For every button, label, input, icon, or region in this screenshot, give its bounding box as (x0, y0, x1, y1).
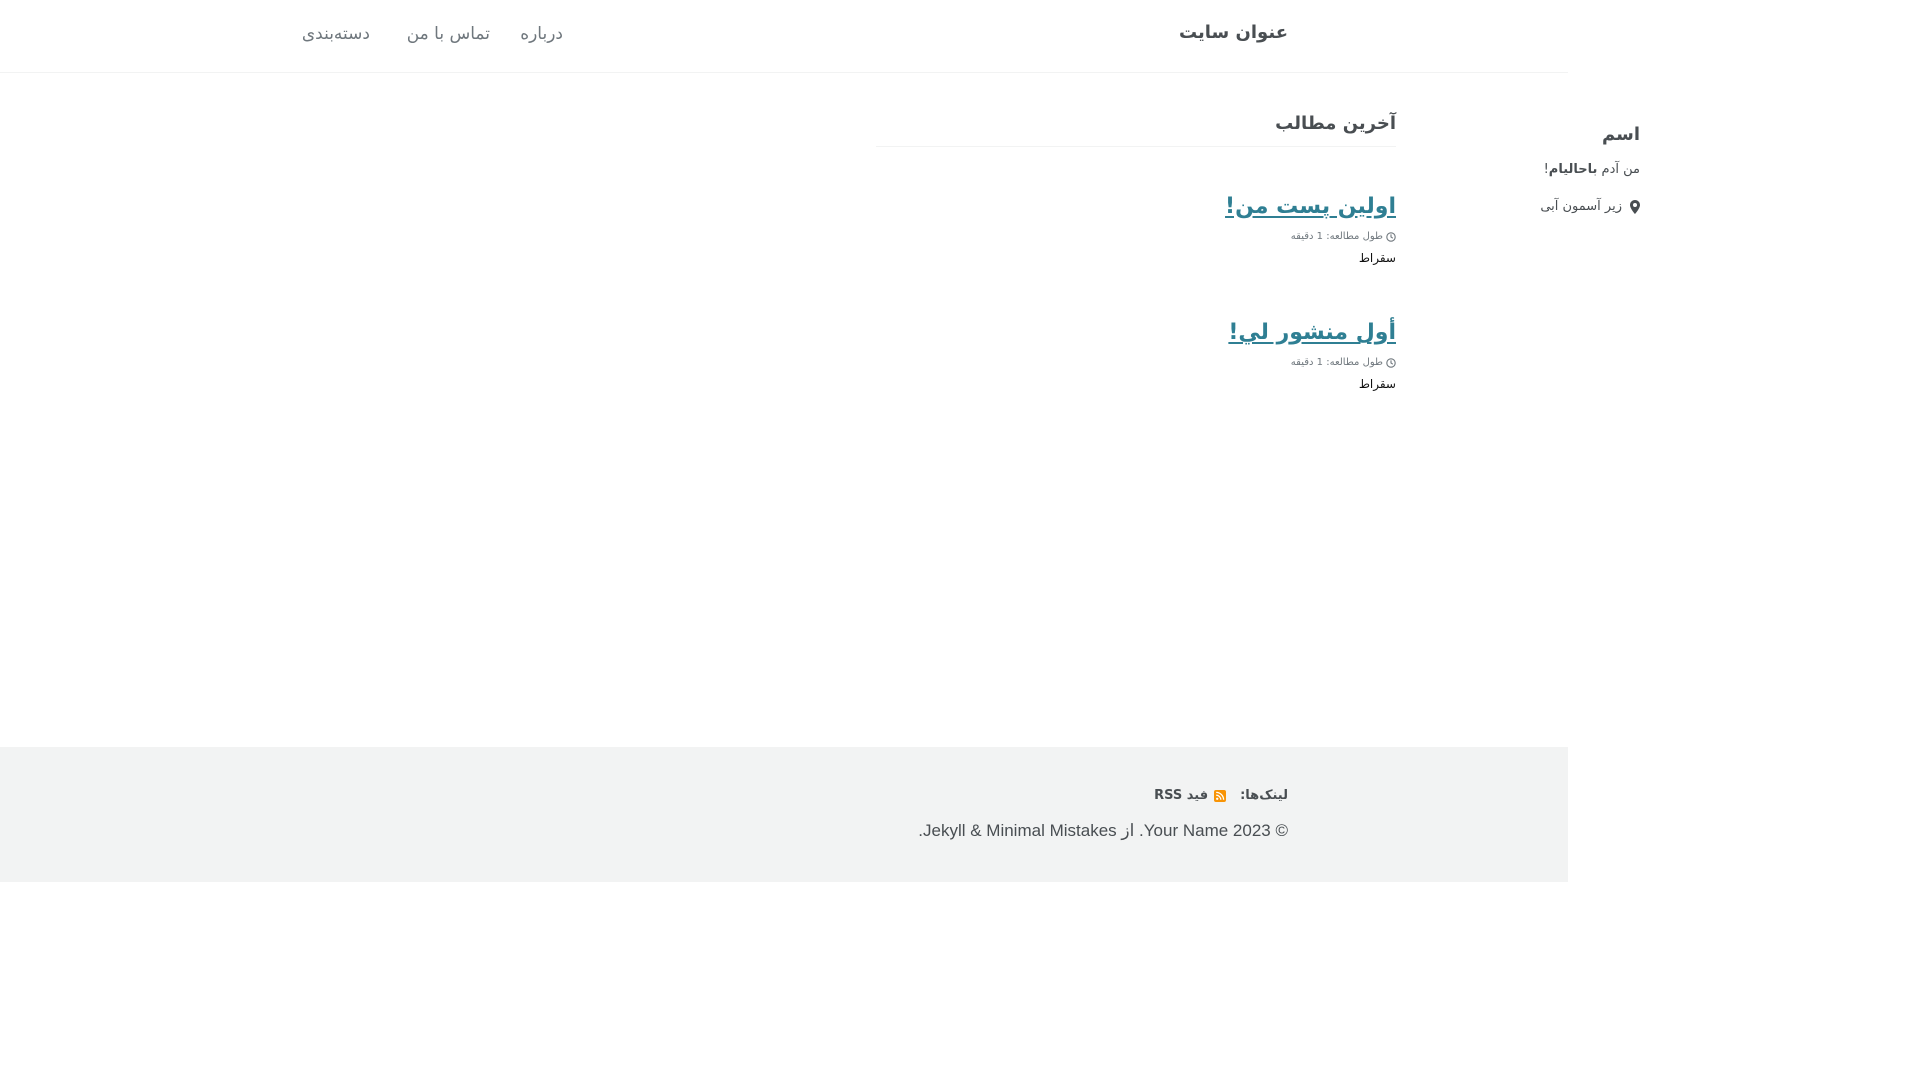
reading-time: طول مطالعه: 1 دقیقه (1290, 357, 1383, 368)
post-item: أول منشور لي! طول مطالعه: 1 دقیقه سقراط (876, 318, 1396, 391)
post-title-link[interactable]: أول منشور لي! (876, 318, 1396, 348)
masthead: عنوان سایت درباره تماس با من دسته‌بندی (0, 0, 1568, 73)
footer-copyright: © 2023 Your Name. از Jekyll & Minimal Mi… (918, 821, 1288, 840)
author-bio-bold: باحالیام (1548, 162, 1598, 177)
post-excerpt: سقراط (1358, 251, 1396, 265)
author-name: اسم (1602, 124, 1640, 145)
map-marker-icon (1630, 199, 1640, 214)
rss-icon (1214, 789, 1227, 802)
nav-link-category[interactable]: دسته‌بندی (302, 24, 370, 44)
page-footer: لینک‌ها: فید RSS © 2023 Your Name. از Je… (0, 747, 1568, 882)
archive-title: آخرین مطالب (876, 113, 1396, 147)
nav-link-about[interactable]: درباره (520, 24, 563, 44)
post-excerpt: سقراط (1358, 377, 1396, 391)
clock-icon (1386, 232, 1396, 242)
rss-feed-link[interactable]: فید RSS (1154, 788, 1227, 803)
post-meta: طول مطالعه: 1 دقیقه (876, 357, 1396, 369)
post-meta: طول مطالعه: 1 دقیقه (876, 231, 1396, 243)
author-location-text: زیر آسمون آبی (1540, 199, 1622, 214)
reading-time: طول مطالعه: 1 دقیقه (1290, 231, 1383, 242)
post-title-link[interactable]: اولین پست من! (876, 192, 1396, 222)
nav-link-contact[interactable]: تماس با من (407, 24, 490, 44)
author-bio: من آدم باحالیام! (1544, 162, 1640, 177)
rss-feed-label: فید RSS (1154, 788, 1209, 803)
footer-links-label: لینک‌ها: (1240, 788, 1288, 803)
footer-links: لینک‌ها: فید RSS (1154, 788, 1288, 803)
author-location: زیر آسمون آبی (1540, 199, 1640, 214)
site-title-link[interactable]: عنوان سایت (1179, 22, 1288, 43)
post-item: اولین پست من! طول مطالعه: 1 دقیقه سقراط (876, 192, 1396, 265)
author-bio-prefix: من آدم (1597, 162, 1640, 177)
clock-icon (1386, 358, 1396, 368)
